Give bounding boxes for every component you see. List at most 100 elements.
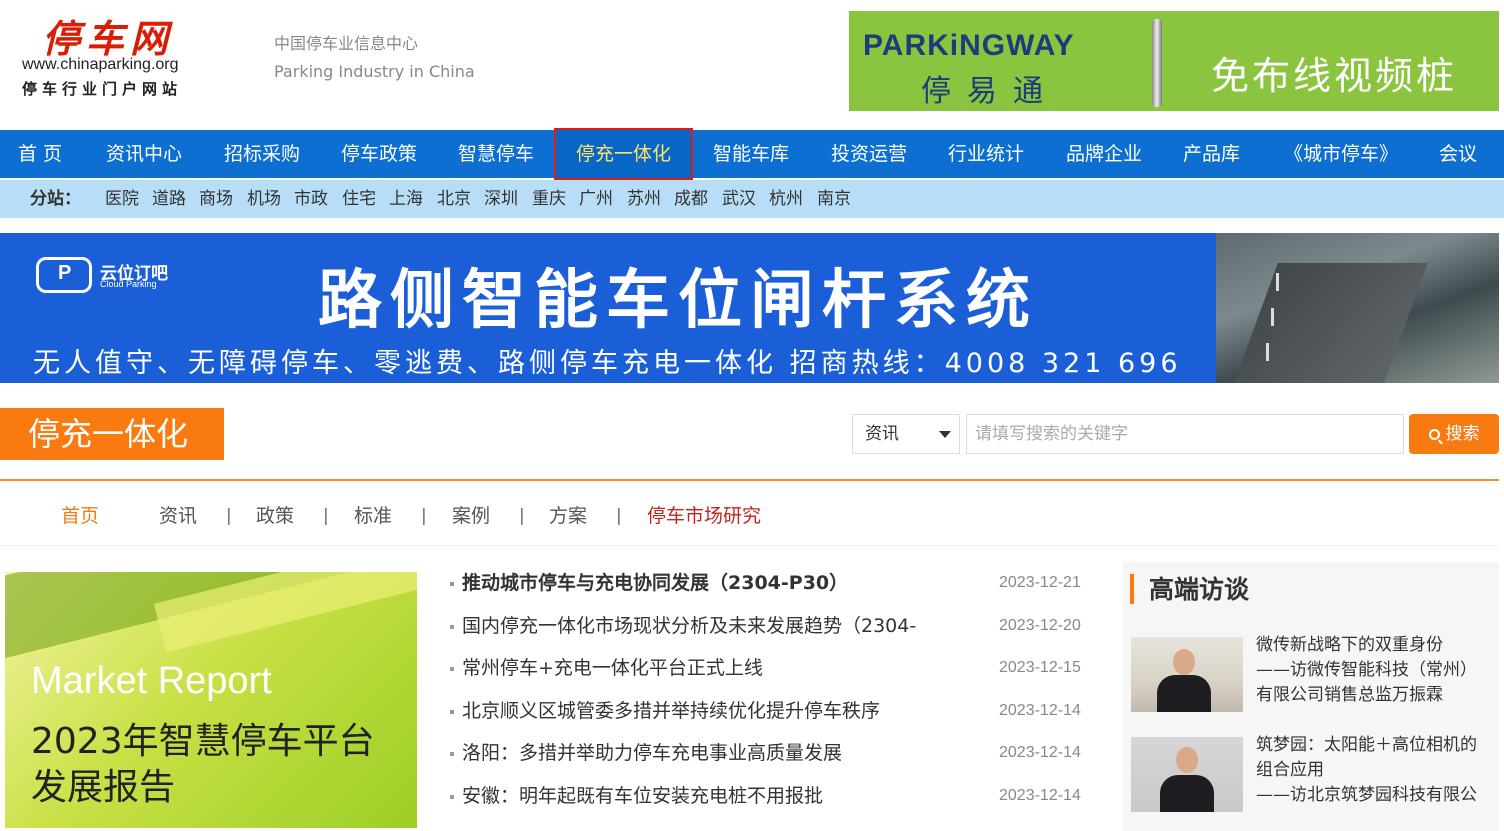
nav-item-investment[interactable]: 投资运营 xyxy=(831,130,907,178)
caret-down-icon xyxy=(939,431,951,438)
list-item[interactable]: 国内停充一体化市场现状分析及未来发展趋势（2304- 2023-12-20 xyxy=(448,605,1093,648)
feature-line3: 发展报告 xyxy=(31,767,176,808)
subnav-item[interactable]: 机场 xyxy=(247,180,281,218)
tab-cases[interactable]: 案例 xyxy=(452,497,490,535)
interview-text[interactable]: 微传新战略下的双重身份 ——访微传智能科技（常州） 有限公司销售总监万振霖 xyxy=(1256,633,1496,708)
tab-news[interactable]: 资讯 xyxy=(159,497,197,535)
lane-mark xyxy=(1266,343,1269,361)
banner-brand-en: Cloud Parking xyxy=(100,279,157,289)
list-item[interactable]: 常州停车+充电一体化平台正式上线 2023-12-15 xyxy=(448,647,1093,690)
tab-separator: | xyxy=(421,506,427,526)
nav-item-smart-garage[interactable]: 智能车库 xyxy=(713,130,789,178)
interview-line: 有限公司销售总监万振霖 xyxy=(1256,685,1443,705)
interview-line: 筑梦园：太阳能＋高位相机的 xyxy=(1256,735,1477,755)
tab-home[interactable]: 首页 xyxy=(61,497,99,535)
news-date: 2023-12-14 xyxy=(999,701,1081,719)
tab-market-research[interactable]: 停车市场研究 xyxy=(647,497,761,535)
ad-brand-cn: 停易通 xyxy=(921,74,1059,109)
news-title[interactable]: 国内停充一体化市场现状分析及未来发展趋势（2304- xyxy=(462,605,937,647)
site-header: 停车网 www.chinaparking.org 停车行业门户网站 中国停车业信… xyxy=(0,0,1504,130)
nav-item-bidding[interactable]: 招标采购 xyxy=(224,130,300,178)
ad-brand-en: PARKiNGWAY xyxy=(863,29,1075,62)
nav-item-news[interactable]: 资讯中心 xyxy=(106,130,182,178)
interview-line: 微传新战略下的双重身份 xyxy=(1256,635,1443,655)
subnav-item[interactable]: 杭州 xyxy=(769,180,803,218)
site-tagline: 中国停车业信息中心 Parking Industry in China xyxy=(274,30,475,86)
tab-solutions[interactable]: 方案 xyxy=(549,497,587,535)
banner-headline: 路侧智能车位闸杆系统 xyxy=(318,264,1038,338)
interview-photo[interactable] xyxy=(1131,737,1243,812)
tab-standard[interactable]: 标准 xyxy=(354,497,392,535)
subnav-item[interactable]: 成都 xyxy=(674,180,708,218)
tab-separator: | xyxy=(226,506,232,526)
bullet-icon xyxy=(450,667,454,671)
interview-text[interactable]: 筑梦园：太阳能＋高位相机的 组合应用 ——访北京筑梦园科技有限公 xyxy=(1256,733,1496,808)
subnav-item[interactable]: 深圳 xyxy=(484,180,518,218)
search-button[interactable]: 搜索 xyxy=(1409,414,1499,454)
search-category-select[interactable]: 资讯 xyxy=(852,414,960,454)
list-item[interactable]: 推动城市停车与充电协同发展（2304-P30） 2023-12-21 xyxy=(448,562,1093,605)
search-button-label: 搜索 xyxy=(1445,424,1480,444)
subnav-item[interactable]: 广州 xyxy=(579,180,613,218)
person-head xyxy=(1173,649,1195,675)
cloud-parking-logo-icon xyxy=(36,257,92,293)
feature-report-image[interactable]: Market Report 2023年智慧停车平台 发展报告 xyxy=(5,572,417,828)
list-item[interactable]: 洛阳：多措并举助力停车充电事业高质量发展 2023-12-14 xyxy=(448,732,1093,775)
subnav-item[interactable]: 市政 xyxy=(294,180,328,218)
nav-item-parking-charging[interactable]: 停充一体化 xyxy=(554,128,694,180)
news-title[interactable]: 安徽：明年起既有车位安装充电桩不用报批 xyxy=(462,775,937,817)
person-body xyxy=(1160,775,1214,812)
sidebar-title: 高端访谈 xyxy=(1149,575,1250,604)
top-ad-banner[interactable]: PARKiNGWAY 停易通 免布线视频桩 xyxy=(849,11,1499,111)
nav-item-city-parking[interactable]: 《城市停车》 xyxy=(1284,130,1398,178)
bullet-icon xyxy=(450,709,454,714)
road-image xyxy=(1234,263,1428,383)
interview-line: ——访北京筑梦园科技有限公 xyxy=(1256,785,1477,805)
subnav-item[interactable]: 苏州 xyxy=(627,180,661,218)
nav-item-brands[interactable]: 品牌企业 xyxy=(1066,130,1142,178)
tab-separator: | xyxy=(616,506,622,526)
logo-subtitle: 停车行业门户网站 xyxy=(22,80,183,98)
subnav-item[interactable]: 北京 xyxy=(437,180,471,218)
person-head xyxy=(1176,747,1198,773)
tagline-en: Parking Industry in China xyxy=(274,62,475,81)
news-title[interactable]: 洛阳：多措并举助力停车充电事业高质量发展 xyxy=(462,732,937,774)
ad-banner[interactable]: 云位订吧 Cloud Parking 路侧智能车位闸杆系统 无人值守、无障碍停车… xyxy=(0,233,1499,383)
divider xyxy=(0,479,1499,481)
subnav-item[interactable]: 道路 xyxy=(152,180,186,218)
news-title[interactable]: 推动城市停车与充电协同发展（2304-P30） xyxy=(462,562,937,604)
feature-line1: Market Report xyxy=(31,660,272,702)
nav-item-smart-parking[interactable]: 智慧停车 xyxy=(458,130,534,178)
news-title[interactable]: 常州停车+充电一体化平台正式上线 xyxy=(462,647,937,689)
tab-separator: | xyxy=(323,506,329,526)
bullet-icon xyxy=(450,794,454,799)
list-item[interactable]: 安徽：明年起既有车位安装充电桩不用报批 2023-12-14 xyxy=(448,775,1093,818)
person-body xyxy=(1157,675,1211,712)
logo-url: www.chinaparking.org xyxy=(22,56,179,73)
street-photo xyxy=(1216,233,1499,383)
subnav-item[interactable]: 商场 xyxy=(199,180,233,218)
news-date: 2023-12-21 xyxy=(999,574,1081,591)
bullet-icon xyxy=(450,752,454,756)
list-item[interactable]: 北京顺义区城管委多措并举持续优化提升停车秩序 2023-12-14 xyxy=(448,690,1093,733)
subnav-item[interactable]: 重庆 xyxy=(532,180,566,218)
interview-photo[interactable] xyxy=(1131,637,1243,712)
subnav-item[interactable]: 上海 xyxy=(389,180,423,218)
nav-item-products[interactable]: 产品库 xyxy=(1183,130,1240,178)
subnav-item[interactable]: 武汉 xyxy=(722,180,756,218)
subnav-item[interactable]: 南京 xyxy=(817,180,851,218)
nav-item-policy[interactable]: 停车政策 xyxy=(341,130,417,178)
news-title[interactable]: 北京顺义区城管委多措并举持续优化提升停车秩序 xyxy=(462,690,937,732)
tab-policy[interactable]: 政策 xyxy=(256,497,294,535)
category-tabs: 首页 资讯 | 政策 | 标准 | 案例 | 方案 | 停车市场研究 xyxy=(0,497,1499,537)
subnav-item[interactable]: 医院 xyxy=(105,180,139,218)
nav-item-statistics[interactable]: 行业统计 xyxy=(948,130,1024,178)
site-logo[interactable]: 停车网 www.chinaparking.org 停车行业门户网站 xyxy=(20,8,215,103)
nav-item-home[interactable]: 首 页 xyxy=(18,130,62,178)
ad-slogan: 免布线视频桩 xyxy=(1211,54,1458,98)
subnav-item[interactable]: 住宅 xyxy=(342,180,376,218)
bullet-icon xyxy=(450,624,454,629)
tagline-cn: 中国停车业信息中心 xyxy=(274,34,419,53)
nav-item-meeting[interactable]: 会议 xyxy=(1439,130,1477,178)
search-input[interactable] xyxy=(966,414,1404,454)
